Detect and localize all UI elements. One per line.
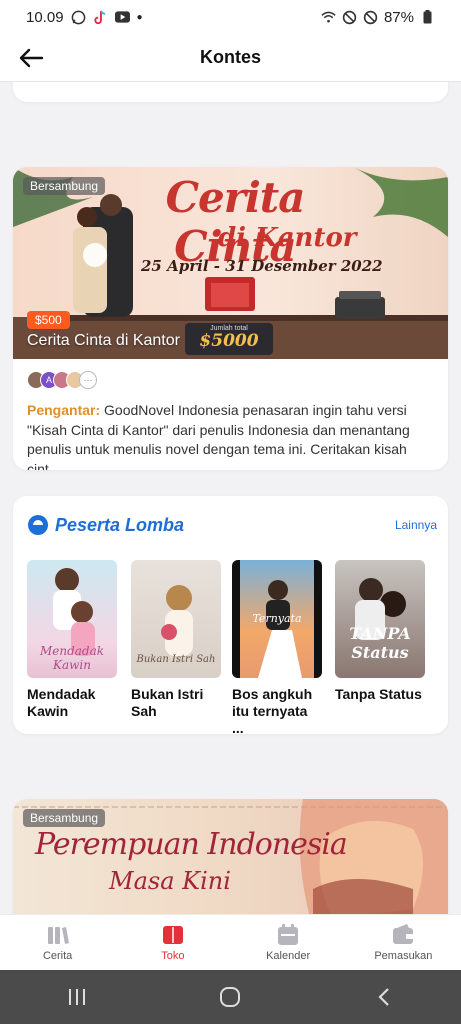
chevron-left-icon [378,988,389,1006]
store-book-icon [161,924,185,946]
participant-avatars[interactable]: A ··· [27,371,97,389]
back-button[interactable] [14,44,48,72]
calendar-icon [276,923,300,946]
participants-card: Peserta Lomba Lainnya Mendadak Kawin Men… [13,496,448,734]
app-header: Kontes [0,34,461,82]
book-cover: Bukan Istri Sah [131,560,221,678]
book-item[interactable]: Mendadak Kawin Mendadak Kawin [27,560,117,720]
banner-title-line2: Masa Kini [109,867,231,895]
tiktok-icon [93,10,108,25]
wallet-icon [391,923,415,946]
system-navigation-bar [0,970,461,1024]
contest-card[interactable]: Bersambung Perempuan Indonesia Masa Kini [13,799,448,914]
nav-label: Kalender [266,949,311,962]
book-cover: Mendadak Kawin [27,560,117,678]
youtube-icon [114,10,130,25]
intro-label: Pengantar: [27,402,101,418]
do-not-disturb-icon [342,10,357,25]
book-item[interactable]: Ternyata Bos angkuh itu ternyata ... [232,560,322,734]
recent-apps-button[interactable] [47,977,107,1017]
see-more-link[interactable]: Lainnya [395,518,437,532]
wifi-icon [321,10,336,25]
contest-logo-icon [28,515,48,535]
participants-header: Peserta Lomba Lainnya [27,514,437,536]
contest-banner[interactable]: Cerita Cinta di Kantor 25 April - 31 Des… [13,167,448,359]
nav-item-pemasukan[interactable]: Pemasukan [346,915,461,970]
book-cover-title: Bukan Istri Sah [136,654,216,665]
banner-title-line2: di Kantor [218,223,357,253]
banner-date: 25 April - 31 Desember 2022 [141,257,383,275]
recent-apps-icon [68,989,85,1005]
whatsapp-icon [71,10,86,25]
system-back-button[interactable] [354,977,414,1017]
contest-title: Cerita Cinta di Kantor [27,332,180,349]
contest-description: Pengantar: GoodNovel Indonesia penasaran… [27,401,437,470]
book-title: Mendadak Kawin [27,686,96,719]
nav-label: Cerita [42,949,73,962]
more-avatars-icon[interactable]: ··· [79,371,97,389]
banner-title-line1: Perempuan Indonesia [35,827,348,862]
status-bar: 10.09 ● 87% [0,0,461,34]
status-time: 10.09 [26,8,64,26]
battery-percentage: 87% [383,8,414,26]
book-cover: TANPA Status [335,560,425,678]
battery-icon [420,10,435,25]
prize-badge: $500 [27,311,70,329]
book-item[interactable]: TANPA Status Tanpa Status [335,560,425,703]
book-title: Bos angkuh itu ternyata ... [232,686,313,734]
book-cover: Ternyata [232,560,322,678]
participants-title: Peserta Lomba [55,514,185,535]
notification-dot-icon: ● [136,11,143,23]
previous-contest-card[interactable] [13,82,448,102]
blocked-icon [363,10,378,25]
banner-total-prize: Jumlah total $5000 [185,323,273,355]
book-cover-title: TANPA Status [349,624,411,662]
book-title: Bukan Istri Sah [131,686,204,719]
contest-card[interactable]: Cerita Cinta di Kantor 25 April - 31 Des… [13,167,448,470]
status-badge: Bersambung [23,809,106,827]
book-title: Tanpa Status [335,686,422,702]
bottom-navigation: Cerita Toko Kalender Pemasukan [0,914,461,970]
book-item[interactable]: Bukan Istri Sah Bukan Istri Sah [131,560,221,720]
nav-label: Pemasukan [374,949,433,962]
book-cover-title: Mendadak Kawin [39,644,105,672]
home-button[interactable] [200,977,260,1017]
nav-label: Toko [161,949,185,962]
nav-item-toko[interactable]: Toko [115,915,230,970]
library-icon [46,924,70,946]
nav-item-kalender[interactable]: Kalender [231,915,346,970]
book-cover-title: Ternyata [252,612,302,625]
nav-item-cerita[interactable]: Cerita [0,915,115,970]
contest-banner[interactable]: Bersambung Perempuan Indonesia Masa Kini [13,799,448,914]
home-icon [220,987,241,1007]
page-title: Kontes [199,47,261,67]
banner-total-value: $5000 [199,331,259,351]
contest-list[interactable]: Cerita Cinta di Kantor 25 April - 31 Des… [0,82,461,914]
status-badge: Bersambung [23,177,106,195]
arrow-left-icon [19,48,44,68]
